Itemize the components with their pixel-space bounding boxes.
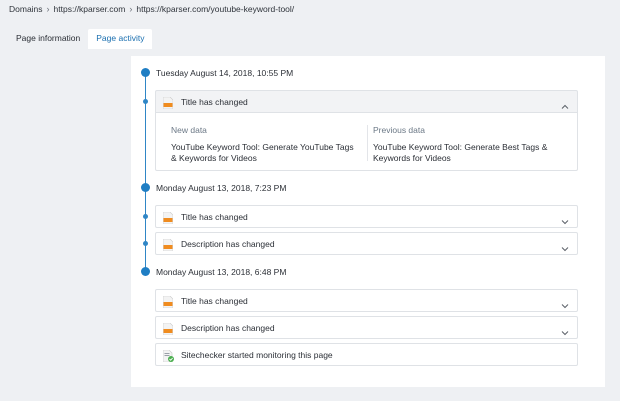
item-label: Sitechecker started monitoring this page — [181, 349, 333, 360]
previous-data-column: Previous data YouTube Keyword Tool: Gene… — [373, 125, 563, 164]
item-label: Description has changed — [181, 322, 275, 333]
breadcrumb-page: https://kparser.com/youtube-keyword-tool… — [136, 4, 295, 14]
breadcrumb-domains[interactable]: Domains — [9, 4, 43, 14]
list-item[interactable]: Title has changed — [155, 205, 578, 228]
list-item[interactable]: Title has changed — [155, 289, 578, 312]
chevron-down-icon[interactable] — [561, 297, 569, 309]
chevron-right-icon: › — [129, 4, 133, 14]
timeline-group-dot — [141, 183, 150, 192]
monitoring-started-icon — [162, 349, 174, 362]
tab-page-activity[interactable]: Page activity — [88, 29, 153, 49]
timeline-group-dot — [141, 267, 150, 276]
timeline-item-dot — [143, 214, 148, 219]
timeline-item-dot — [143, 241, 148, 246]
activity-panel: Tuesday August 14, 2018, 10:55 PM Title … — [131, 56, 605, 387]
html-file-icon — [162, 96, 174, 109]
list-item: Sitechecker started monitoring this page — [155, 343, 578, 366]
html-file-icon — [162, 322, 174, 335]
item-label: Description has changed — [181, 238, 275, 249]
new-data-label: New data — [171, 125, 207, 135]
previous-data-label: Previous data — [373, 125, 425, 135]
chevron-down-icon[interactable] — [561, 240, 569, 252]
new-data-value: YouTube Keyword Tool: Generate YouTube T… — [171, 142, 354, 163]
list-item[interactable]: Description has changed — [155, 232, 578, 255]
timeline-item-dot — [143, 99, 148, 104]
group-date: Monday August 13, 2018, 7:23 PM — [156, 183, 287, 193]
html-file-icon — [162, 238, 174, 251]
html-file-icon — [162, 211, 174, 224]
chevron-up-icon[interactable] — [561, 98, 569, 109]
item-label: Title has changed — [181, 96, 248, 107]
tab-bar: Page information Page activity — [8, 29, 153, 49]
breadcrumb-domain[interactable]: https://kparser.com — [54, 4, 126, 14]
item-label: Title has changed — [181, 295, 248, 306]
chevron-right-icon: › — [46, 4, 50, 14]
timeline-group-dot — [141, 68, 150, 77]
group-date: Monday August 13, 2018, 6:48 PM — [156, 267, 287, 277]
previous-data-value: YouTube Keyword Tool: Generate Best Tags… — [373, 142, 548, 163]
html-file-icon — [162, 295, 174, 308]
list-item[interactable]: Title has changed — [155, 90, 578, 113]
list-item[interactable]: Description has changed — [155, 316, 578, 339]
new-data-column: New data YouTube Keyword Tool: Generate … — [171, 125, 361, 164]
column-divider — [367, 125, 368, 161]
group-date: Tuesday August 14, 2018, 10:55 PM — [156, 68, 294, 78]
change-details: New data YouTube Keyword Tool: Generate … — [155, 113, 578, 171]
item-label: Title has changed — [181, 211, 248, 222]
chevron-down-icon[interactable] — [561, 213, 569, 225]
tab-page-information[interactable]: Page information — [8, 29, 88, 49]
chevron-down-icon[interactable] — [561, 324, 569, 336]
breadcrumb: Domains › https://kparser.com › https://… — [9, 4, 294, 14]
